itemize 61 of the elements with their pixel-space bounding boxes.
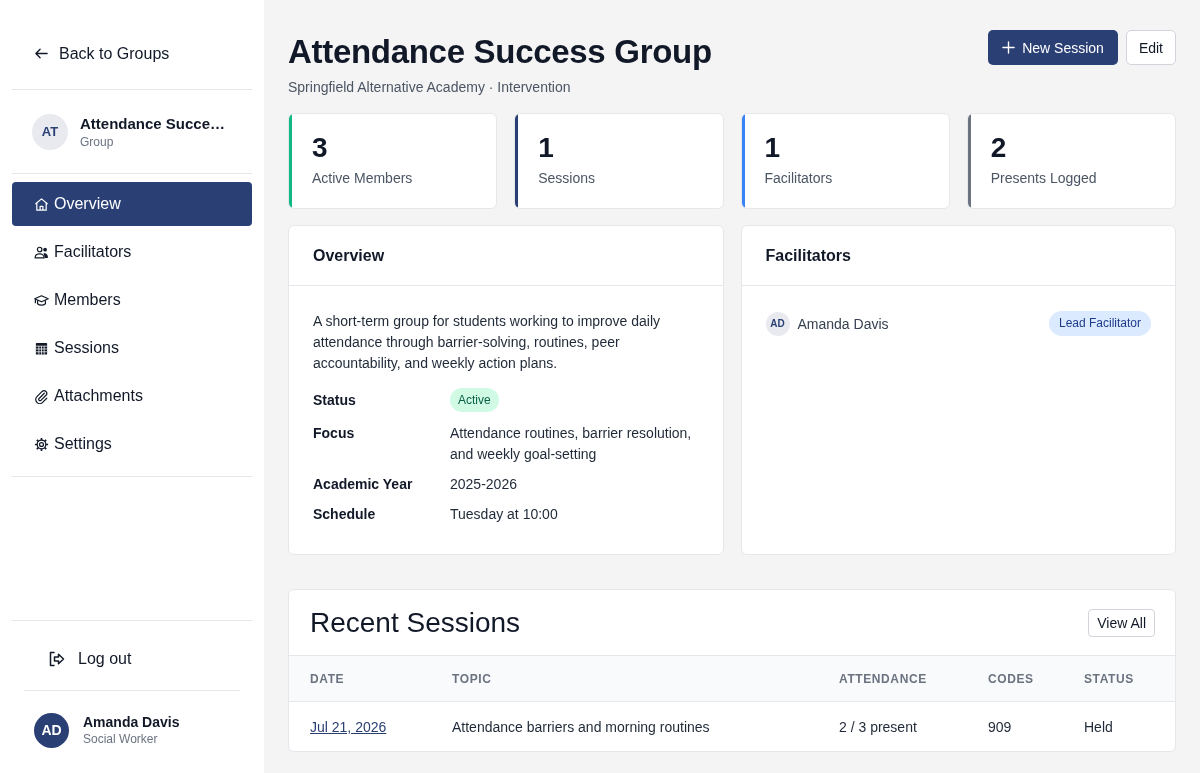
date-link[interactable]: Jul 21, 2026 (310, 718, 387, 735)
group-type: Group (80, 134, 115, 149)
user-name: Amanda Davis (83, 714, 180, 730)
stat-value: 1 (764, 132, 782, 164)
status-badge: Active (450, 388, 499, 412)
people-icon (34, 244, 49, 260)
column-header: CODES (987, 671, 1035, 686)
field-label: Schedule (313, 505, 377, 524)
group-avatar: AT (32, 113, 68, 150)
calendar-icon (34, 340, 49, 356)
role-badge: Lead Facilitator (1048, 311, 1151, 336)
page-title: Attendance Success Group (288, 32, 712, 72)
table-cell: 909 (988, 718, 1012, 735)
field-label: Focus (313, 424, 356, 443)
table-cell: Attendance barriers and morning routines (452, 718, 710, 735)
facilitator-name: Amanda Davis (797, 315, 890, 332)
nav-item[interactable]: Attachments (12, 374, 252, 418)
facilitator-avatar: AD (765, 311, 790, 336)
stat-value: 2 (990, 132, 1008, 164)
gear-icon (34, 436, 49, 452)
panel-title: Facilitators (765, 246, 851, 265)
graduation-cap-icon (34, 292, 49, 308)
stat-label: Sessions (538, 170, 596, 186)
field-value: Attendance routines, barrier resolution, and weekly goal-setting (450, 424, 693, 464)
column-header: STATUS (1083, 671, 1135, 686)
stat-value: 3 (312, 132, 329, 164)
field-label: Status (313, 391, 357, 410)
user-avatar: AD (34, 712, 69, 748)
arrow-left-icon (34, 46, 49, 61)
logout-button[interactable]: Log out (48, 649, 132, 668)
nav-item[interactable]: Members (12, 278, 252, 322)
column-header: TOPIC (451, 671, 493, 686)
field-label: Academic Year (313, 475, 414, 494)
edit-button[interactable]: Edit (1125, 30, 1176, 65)
nav-item[interactable]: Facilitators (12, 230, 252, 274)
new-session-button[interactable]: New Session (988, 30, 1118, 65)
home-icon (34, 196, 49, 212)
description-text: A short-term group for students working to improve daily attendance through barrier-solving, routines, peer accountability, and weekly action plans. (313, 312, 662, 373)
table-cell: Held (1084, 718, 1113, 735)
table-cell: 2 / 3 present (839, 718, 917, 735)
stat-value: 1 (538, 132, 555, 164)
group-name: Attendance Succe… (80, 114, 226, 132)
section-title: Recent Sessions (310, 606, 521, 639)
paperclip-icon (34, 388, 49, 404)
field-value: 2025-2026 (450, 475, 518, 494)
column-header: ATTENDANCE (838, 671, 928, 686)
panel-title: Overview (313, 246, 385, 265)
logout-icon (48, 649, 66, 668)
stat-label: Facilitators (764, 170, 833, 186)
back-link[interactable]: Back to Groups (34, 44, 170, 63)
nav-item[interactable]: Sessions (12, 326, 252, 370)
plus-icon (1002, 41, 1016, 54)
stat-label: Active Members (312, 170, 413, 186)
nav-item[interactable]: Overview (12, 182, 252, 226)
stat-label: Presents Logged (990, 170, 1097, 186)
view-all-button[interactable]: View All (1088, 608, 1155, 637)
user-role: Social Worker (83, 732, 159, 746)
column-header: DATE (309, 671, 346, 686)
page-subtitle: Springfield Alternative Academy · Intervention (288, 78, 572, 97)
nav-item[interactable]: Settings (12, 422, 252, 466)
field-value: Tuesday at 10:00 (450, 505, 559, 524)
